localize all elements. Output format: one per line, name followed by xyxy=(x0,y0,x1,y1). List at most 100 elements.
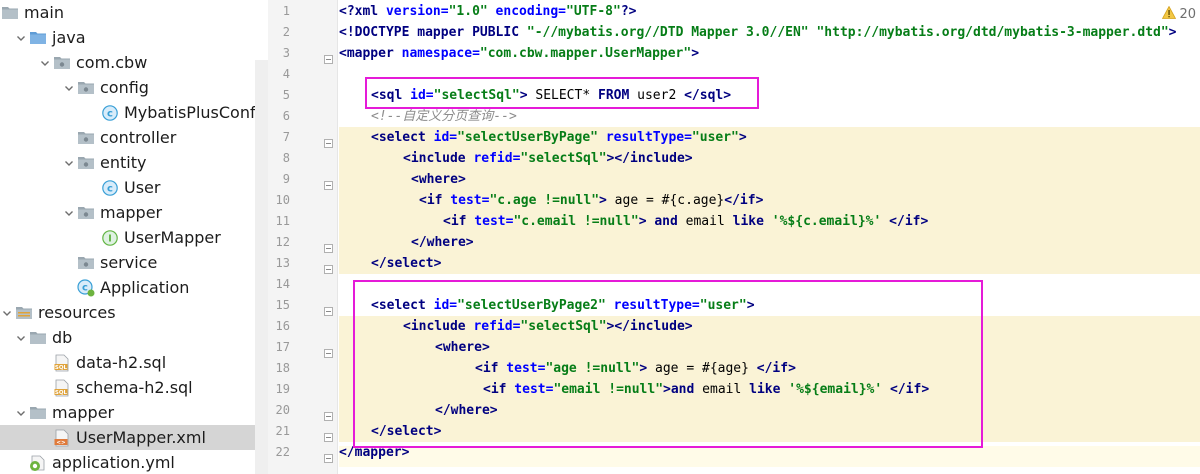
tree-item[interactable]: c MybatisPlusConfig xyxy=(0,100,268,125)
tree-item[interactable]: db xyxy=(0,325,255,350)
fold-marker-icon[interactable] xyxy=(324,301,333,316)
line-number: 13 xyxy=(275,256,290,270)
expand-arrow-icon[interactable] xyxy=(14,406,28,420)
fold-marker-icon[interactable] xyxy=(324,49,333,64)
svg-text:c: c xyxy=(107,183,113,194)
project-tree: main java com.cbw config c MybatisPlusConfig c… xyxy=(0,0,268,474)
line-number: 2 xyxy=(282,25,290,39)
tree-item[interactable]: entity xyxy=(0,150,255,175)
tree-item-label: mapper xyxy=(100,203,163,222)
svg-text:SQL: SQL xyxy=(55,390,68,396)
expand-arrow-icon[interactable] xyxy=(62,206,76,220)
tree-item[interactable]: com.cbw xyxy=(0,50,255,75)
tree-item-label: com.cbw xyxy=(76,53,148,72)
tree-item-label: main xyxy=(24,3,64,22)
code-line[interactable]: <select id="selectUserByPage" resultType… xyxy=(371,127,747,148)
line-number: 7 xyxy=(282,130,290,144)
arrow-spacer xyxy=(14,456,28,470)
code-editor[interactable]: 1 2 3 4 5 6 7 8 9 10 11 12 13 14 15 16 17 18 19 20 21 22 <?xm… xyxy=(268,0,1200,474)
code-line[interactable]: <!DOCTYPE mapper PUBLIC "-//mybatis.org/… xyxy=(339,22,1177,43)
code-line[interactable]: <if test="c.email !=null"> and email lik… xyxy=(443,211,928,232)
tree-item-label: User xyxy=(124,178,161,197)
tree-item[interactable]: c User xyxy=(0,175,255,200)
package-icon xyxy=(76,79,96,97)
tree-item-label: data-h2.sql xyxy=(76,353,167,372)
tree-item[interactable]: config xyxy=(0,75,255,100)
fold-marker-icon[interactable] xyxy=(324,343,333,358)
line-number: 21 xyxy=(275,424,290,438)
line-number: 12 xyxy=(275,235,290,249)
arrow-spacer xyxy=(62,281,76,295)
tree-item-label: java xyxy=(52,28,86,47)
line-number: 20 xyxy=(275,403,290,417)
tree-item-label: resources xyxy=(38,303,116,322)
arrow-spacer xyxy=(86,181,100,195)
expand-arrow-icon[interactable] xyxy=(62,81,76,95)
tree-item[interactable]: c Application xyxy=(0,275,255,300)
spring-class-icon: c xyxy=(76,278,96,297)
line-number: 16 xyxy=(275,319,290,333)
tree-scrollbar[interactable] xyxy=(255,60,268,474)
warning-count: 20 xyxy=(1179,7,1196,22)
arrow-spacer xyxy=(62,131,76,145)
tree-item[interactable]: mapper xyxy=(0,400,255,425)
code-line[interactable]: <!--自定义分页查询--> xyxy=(371,106,517,127)
code-area[interactable]: <?xml version="1.0" encoding="UTF-8"?> <!… xyxy=(339,0,1200,474)
expand-arrow-icon[interactable] xyxy=(38,56,52,70)
tree-item[interactable]: SQL data-h2.sql xyxy=(0,350,255,375)
code-line[interactable]: <mapper namespace="com.cbw.mapper.UserMa… xyxy=(339,43,699,64)
arrow-spacer xyxy=(38,431,52,445)
line-number: 17 xyxy=(275,340,290,354)
expand-arrow-icon[interactable] xyxy=(14,31,28,45)
fold-marker-icon[interactable] xyxy=(324,238,333,253)
tree-item[interactable]: <> UserMapper.xml xyxy=(0,425,268,450)
sql-file-icon: SQL xyxy=(52,379,72,397)
tree-item-label: UserMapper.xml xyxy=(76,428,206,447)
arrow-spacer xyxy=(62,256,76,270)
fold-marker-icon[interactable] xyxy=(324,406,333,421)
code-line[interactable]: <if test="c.age !=null"> age = #{c.age}<… xyxy=(419,190,763,211)
tree-item-label: Application xyxy=(100,278,190,297)
line-number: 1 xyxy=(282,4,290,18)
line-number: 3 xyxy=(282,46,290,60)
xml-file-icon: <> xyxy=(52,429,72,447)
code-line[interactable]: <?xml version="1.0" encoding="UTF-8"?> xyxy=(339,1,636,22)
tree-item[interactable]: I UserMapper xyxy=(0,225,255,250)
code-line[interactable]: <include refid="selectSql"></include> xyxy=(403,148,693,169)
line-number: 5 xyxy=(282,88,290,102)
tree-item[interactable]: controller xyxy=(0,125,255,150)
package-icon xyxy=(52,54,72,72)
tree-item[interactable]: SQL schema-h2.sql xyxy=(0,375,255,400)
inspection-warnings[interactable]: 20 xyxy=(1162,5,1196,23)
tree-item[interactable]: resources xyxy=(0,300,255,325)
fold-marker-icon[interactable] xyxy=(324,175,333,190)
fold-marker-icon[interactable] xyxy=(324,259,333,274)
package-icon xyxy=(76,129,96,147)
code-line[interactable]: </where> xyxy=(411,232,474,253)
code-line[interactable]: </select> xyxy=(371,253,441,274)
folder-icon xyxy=(0,4,20,22)
line-number: 18 xyxy=(275,361,290,375)
tree-item[interactable]: application.yml xyxy=(0,450,255,474)
expand-arrow-icon[interactable] xyxy=(14,331,28,345)
tree-item-label: schema-h2.sql xyxy=(76,378,193,397)
tree-item[interactable]: mapper xyxy=(0,200,255,225)
fold-marker-icon[interactable] xyxy=(324,448,333,463)
line-number: 14 xyxy=(275,277,290,291)
resources-folder-icon xyxy=(14,304,34,322)
fold-marker-icon[interactable] xyxy=(324,133,333,148)
interface-icon: I xyxy=(100,229,120,247)
expand-arrow-icon[interactable] xyxy=(0,306,14,320)
expand-arrow-icon[interactable] xyxy=(62,156,76,170)
class-icon: c xyxy=(100,104,120,122)
tree-item[interactable]: main xyxy=(0,0,255,25)
line-number: 11 xyxy=(275,214,290,228)
folder-icon xyxy=(28,329,48,347)
tree-item-label: controller xyxy=(100,128,177,147)
tree-item[interactable]: java xyxy=(0,25,255,50)
tree-item[interactable]: service xyxy=(0,250,255,275)
folder-icon xyxy=(28,404,48,422)
fold-marker-icon[interactable] xyxy=(324,427,333,442)
code-line[interactable]: <where> xyxy=(411,169,466,190)
arrow-spacer xyxy=(38,356,52,370)
